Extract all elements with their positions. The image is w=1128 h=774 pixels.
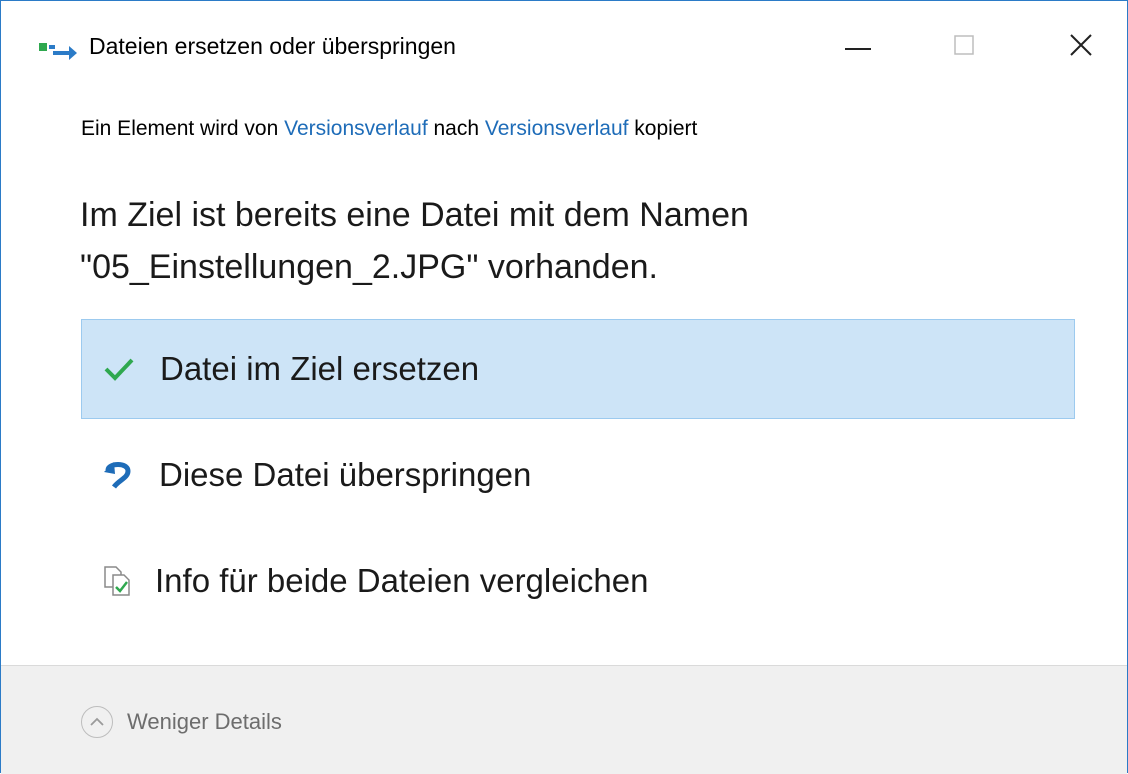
dialog-footer: Weniger Details — [1, 666, 1127, 774]
conflict-message-line-1: Im Ziel ist bereits eine Datei mit dem N… — [80, 196, 749, 234]
compare-files-icon — [101, 564, 135, 598]
destination-location-link[interactable]: Versionsverlauf — [485, 117, 629, 140]
title-bar[interactable]: Dateien ersetzen oder überspringen — [1, 1, 1127, 91]
replace-or-skip-dialog: Dateien ersetzen oder überspringen Ein E… — [0, 0, 1128, 774]
option-replace-label: Datei im Ziel ersetzen — [160, 350, 480, 387]
window-title: Dateien ersetzen oder überspringen — [89, 33, 456, 59]
fewer-details-label: Weniger Details — [127, 709, 282, 734]
option-compare-files[interactable]: Info für beide Dateien vergleichen — [81, 531, 1075, 631]
chevron-up-circle-icon — [81, 706, 113, 738]
minimize-button[interactable] — [823, 19, 893, 75]
copy-info-middle: nach — [427, 117, 485, 140]
copy-info-prefix: Ein Element wird von — [81, 117, 285, 140]
option-replace-file[interactable]: Datei im Ziel ersetzen — [81, 319, 1075, 419]
maximize-button[interactable] — [929, 19, 999, 75]
option-skip-label: Diese Datei überspringen — [159, 456, 532, 493]
close-button[interactable] — [1046, 19, 1116, 75]
conflict-message-line-2: "05_Einstellungen_2.JPG" vorhanden. — [80, 248, 658, 286]
source-location-link[interactable]: Versionsverlauf — [284, 117, 428, 140]
file-move-icon — [39, 39, 79, 61]
skip-arrow-icon — [101, 458, 135, 492]
copy-info-line: Ein Element wird von Versionsverlauf nac… — [81, 117, 697, 141]
conflict-message: Im Ziel ist bereits eine Datei mit dem N… — [80, 189, 1060, 293]
copy-info-suffix: kopiert — [628, 117, 698, 140]
option-skip-file[interactable]: Diese Datei überspringen — [81, 425, 1075, 525]
checkmark-icon — [102, 352, 136, 386]
option-compare-label: Info für beide Dateien vergleichen — [155, 562, 649, 599]
minimize-icon — [845, 38, 871, 56]
fewer-details-button[interactable]: Weniger Details — [81, 706, 282, 738]
maximize-icon — [954, 34, 974, 60]
close-icon — [1069, 33, 1093, 62]
